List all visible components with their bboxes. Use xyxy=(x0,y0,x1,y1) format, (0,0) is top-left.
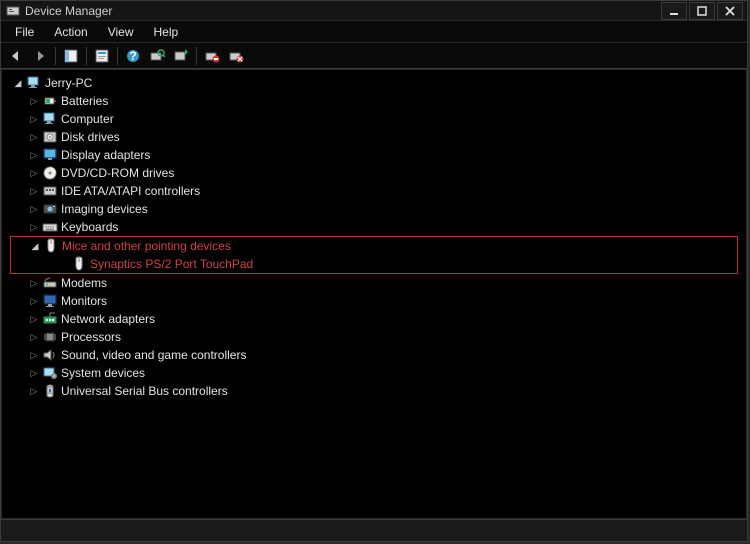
tree-device[interactable]: Synaptics PS/2 Port TouchPad xyxy=(11,255,737,273)
window-title: Device Manager xyxy=(25,4,659,18)
expand-icon[interactable]: ▷ xyxy=(28,186,40,197)
app-icon xyxy=(5,3,21,19)
minimize-button[interactable] xyxy=(661,2,687,20)
menubar: File Action View Help xyxy=(1,21,747,43)
expand-icon[interactable]: ▷ xyxy=(28,350,40,361)
window-buttons xyxy=(659,2,743,20)
maximize-button[interactable] xyxy=(689,2,715,20)
tree-category[interactable]: ▷ Imaging devices xyxy=(10,200,738,218)
mouse-icon xyxy=(43,238,59,254)
tree-category[interactable]: ▷ Display adapters xyxy=(10,146,738,164)
category-label: System devices xyxy=(61,366,145,380)
category-label: IDE ATA/ATAPI controllers xyxy=(61,184,200,198)
battery-icon xyxy=(42,93,58,109)
category-label: Disk drives xyxy=(61,130,120,144)
modem-icon xyxy=(42,275,58,291)
expand-icon[interactable]: ▷ xyxy=(28,168,40,179)
svg-text:?: ? xyxy=(129,49,136,63)
sound-icon xyxy=(42,347,58,363)
category-label: Network adapters xyxy=(61,312,155,326)
tree-category[interactable]: ▷ System devices xyxy=(10,364,738,382)
expand-icon[interactable]: ▷ xyxy=(28,368,40,379)
cpu-icon xyxy=(42,329,58,345)
properties-button[interactable] xyxy=(91,45,113,67)
tree-category[interactable]: ▷ Network adapters xyxy=(10,310,738,328)
tree-category[interactable]: ◢ Mice and other pointing devices xyxy=(11,237,737,255)
expand-icon[interactable]: ▷ xyxy=(28,132,40,143)
monitor-icon xyxy=(42,293,58,309)
menu-help[interactable]: Help xyxy=(144,22,189,42)
device-tree[interactable]: ◢ Jerry-PC ▷ Batteries ▷ Computer ▷ Disk driv… xyxy=(1,69,747,519)
forward-button[interactable] xyxy=(29,45,51,67)
expand-icon[interactable]: ▷ xyxy=(28,204,40,215)
statusbar xyxy=(1,519,747,541)
tree-category[interactable]: ▷ Computer xyxy=(10,110,738,128)
expand-icon[interactable]: ▷ xyxy=(28,314,40,325)
category-label: Mice and other pointing devices xyxy=(62,239,231,253)
category-label: Batteries xyxy=(61,94,108,108)
root-label: Jerry-PC xyxy=(45,76,92,90)
collapse-icon[interactable]: ◢ xyxy=(29,241,41,252)
usb-icon xyxy=(42,383,58,399)
category-label: Computer xyxy=(61,112,114,126)
expand-icon[interactable]: ▷ xyxy=(28,222,40,233)
category-label: Keyboards xyxy=(61,220,118,234)
tree-category[interactable]: ▷ Modems xyxy=(10,274,738,292)
toolbar: ? xyxy=(1,43,747,69)
computer-icon xyxy=(26,75,42,91)
tree-category[interactable]: ▷ IDE ATA/ATAPI controllers xyxy=(10,182,738,200)
scan-hardware-button[interactable] xyxy=(146,45,168,67)
tree-category[interactable]: ▷ Processors xyxy=(10,328,738,346)
collapse-icon[interactable]: ◢ xyxy=(12,78,24,89)
expand-icon[interactable]: ▷ xyxy=(28,150,40,161)
menu-view[interactable]: View xyxy=(98,22,144,42)
expand-icon[interactable]: ▷ xyxy=(28,114,40,125)
category-label: Display adapters xyxy=(61,148,150,162)
back-button[interactable] xyxy=(5,45,27,67)
computer-icon xyxy=(42,111,58,127)
tree-category[interactable]: ▷ Monitors xyxy=(10,292,738,310)
tree-category[interactable]: ▷ Universal Serial Bus controllers xyxy=(10,382,738,400)
tree-root[interactable]: ◢ Jerry-PC xyxy=(10,74,738,92)
menu-file[interactable]: File xyxy=(5,22,44,42)
expand-icon[interactable]: ▷ xyxy=(28,296,40,307)
expand-icon[interactable]: ▷ xyxy=(28,332,40,343)
expand-icon[interactable]: ▷ xyxy=(28,386,40,397)
system-icon xyxy=(42,365,58,381)
menu-action[interactable]: Action xyxy=(44,22,97,42)
device-manager-window: Device Manager File Action View Help ? ◢… xyxy=(0,0,748,542)
keyboard-icon xyxy=(42,219,58,235)
close-button[interactable] xyxy=(717,2,743,20)
tree-category[interactable]: ▷ Disk drives xyxy=(10,128,738,146)
device-label: Synaptics PS/2 Port TouchPad xyxy=(90,257,253,271)
category-label: Sound, video and game controllers xyxy=(61,348,246,362)
update-driver-button[interactable] xyxy=(170,45,192,67)
network-icon xyxy=(42,311,58,327)
tree-category[interactable]: ▷ Sound, video and game controllers xyxy=(10,346,738,364)
help-button[interactable]: ? xyxy=(122,45,144,67)
disable-button[interactable] xyxy=(225,45,247,67)
show-hide-console-tree-button[interactable] xyxy=(60,45,82,67)
tree-category[interactable]: ▷ DVD/CD-ROM drives xyxy=(10,164,738,182)
display-icon xyxy=(42,147,58,163)
category-label: Universal Serial Bus controllers xyxy=(61,384,228,398)
category-label: DVD/CD-ROM drives xyxy=(61,166,174,180)
dvd-icon xyxy=(42,165,58,181)
ide-icon xyxy=(42,183,58,199)
disk-icon xyxy=(42,129,58,145)
imaging-icon xyxy=(42,201,58,217)
category-label: Imaging devices xyxy=(61,202,148,216)
expand-icon[interactable]: ▷ xyxy=(28,278,40,289)
category-label: Modems xyxy=(61,276,107,290)
mouse-icon xyxy=(71,256,87,272)
expand-icon[interactable]: ▷ xyxy=(28,96,40,107)
uninstall-button[interactable] xyxy=(201,45,223,67)
category-label: Monitors xyxy=(61,294,107,308)
category-label: Processors xyxy=(61,330,121,344)
tree-category[interactable]: ▷ Keyboards xyxy=(10,218,738,236)
tree-category[interactable]: ▷ Batteries xyxy=(10,92,738,110)
titlebar: Device Manager xyxy=(1,1,747,21)
